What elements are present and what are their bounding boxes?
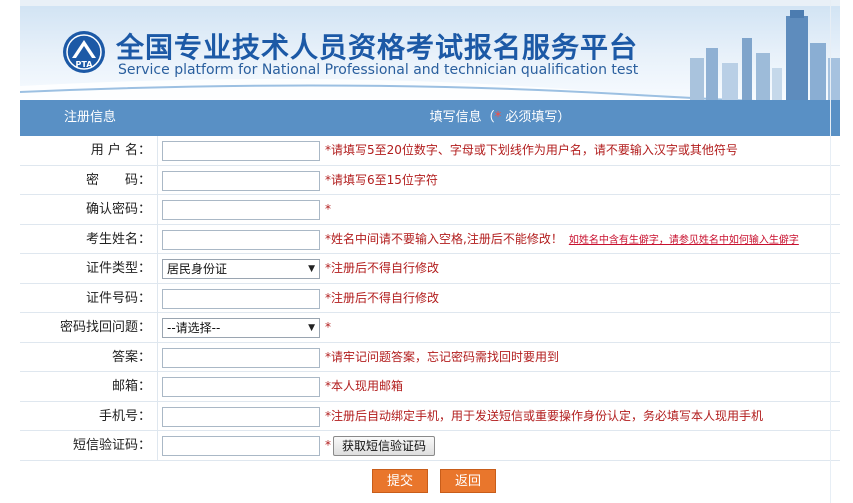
sms-code-label: 短信验证码：: [20, 431, 158, 460]
real-name-label: 考生姓名：: [20, 224, 158, 253]
back-button[interactable]: 返回: [440, 469, 496, 493]
header-col-register: 注册信息: [63, 110, 116, 125]
real-name-hint-text: *姓名中间请不要输入空格,注册后不能修改！: [325, 231, 563, 246]
site-subtitle: Service platform for National Profession…: [118, 62, 639, 78]
real-name-hint: *姓名中间请不要输入空格,注册后不能修改！ 如姓名中含有生僻字，请参见姓名中如何输…: [325, 225, 799, 255]
chevron-down-icon: ▼: [308, 323, 315, 333]
answer-hint: *请牢记问题答案，忘记密码需找回时要用到: [325, 349, 560, 364]
email-input[interactable]: [162, 377, 320, 397]
row-id-type: 证件类型： 居民身份证 ▼ *注册后不得自行修改: [20, 254, 840, 284]
sms-code-hint: *: [325, 438, 331, 452]
pta-logo-icon: PTA: [63, 31, 105, 73]
row-answer: 答案： *请牢记问题答案，忘记密码需找回时要用到: [20, 342, 840, 372]
form-actions: 提交 返回: [20, 462, 840, 503]
answer-label: 答案：: [20, 342, 158, 371]
header-col-fill: 填写信息（* 必须填写）: [160, 100, 840, 136]
real-name-input[interactable]: [162, 229, 320, 250]
submit-button[interactable]: 提交: [372, 469, 428, 493]
row-security-question: 密码找回问题： --请选择-- ▼ *: [20, 313, 840, 343]
right-border-line: [830, 0, 831, 503]
logo-text: PTA: [76, 60, 94, 69]
password-label: 密 码：: [20, 165, 158, 194]
id-type-select[interactable]: 居民身份证 ▼: [162, 259, 320, 279]
password-input[interactable]: [162, 170, 320, 191]
row-real-name: 考生姓名： *姓名中间请不要输入空格,注册后不能修改！ 如姓名中含有生僻字，请参见…: [20, 224, 840, 255]
site-title: 全国专业技术人员资格考试报名服务平台: [116, 31, 639, 64]
row-sms-code: 短信验证码： * 获取短信验证码: [20, 431, 840, 461]
row-mobile: 手机号： *注册后自动绑定手机，用于发送短信或重要操作身份认定，务必填写本人现用…: [20, 401, 840, 431]
username-input[interactable]: [162, 141, 320, 161]
header-fill-suffix: 必须填写）: [501, 110, 571, 125]
form-rows: 用 户 名： *请填写5至20位数字、字母或下划线作为用户名，请不要输入汉字或其…: [20, 136, 840, 461]
answer-input[interactable]: [162, 347, 320, 368]
header-fill-prefix: 填写信息（: [429, 110, 495, 125]
row-password: 密 码： *请填写6至15位字符: [20, 165, 840, 195]
id-type-hint: *注册后不得自行修改: [325, 261, 440, 275]
confirm-password-hint: *: [325, 202, 331, 216]
security-question-value: --请选择--: [167, 321, 221, 335]
confirm-password-label: 确认密码：: [20, 195, 158, 224]
id-number-hint: *注册后不得自行修改: [325, 290, 440, 305]
get-sms-code-button[interactable]: 获取短信验证码: [333, 436, 436, 456]
registration-page: PTA 全国专业技术人员资格考试报名服务平台 Service platform …: [20, 0, 840, 503]
username-label: 用 户 名：: [20, 136, 158, 165]
id-type-value: 居民身份证: [167, 262, 228, 276]
security-question-hint: *: [325, 320, 331, 334]
confirm-password-input[interactable]: [162, 200, 320, 220]
password-hint: *请填写6至15位字符: [325, 172, 438, 187]
row-id-number: 证件号码： *注册后不得自行修改: [20, 283, 840, 313]
rare-character-help-link[interactable]: 如姓名中含有生僻字，请参见姓名中如何输入生僻字: [569, 235, 799, 246]
username-hint: *请填写5至20位数字、字母或下划线作为用户名，请不要输入汉字或其他符号: [325, 143, 738, 157]
email-hint: *本人现用邮箱: [325, 379, 404, 393]
row-confirm-password: 确认密码： *: [20, 195, 840, 225]
email-label: 邮箱：: [20, 372, 158, 401]
mobile-hint: *注册后自动绑定手机，用于发送短信或重要操作身份认定，务必填写本人现用手机: [325, 408, 764, 423]
mobile-input[interactable]: [162, 406, 320, 427]
form-table-header: 注册信息 填写信息（* 必须填写）: [20, 100, 840, 136]
chevron-down-icon: ▼: [308, 264, 315, 274]
mobile-label: 手机号：: [20, 401, 158, 430]
sms-code-input[interactable]: [162, 436, 320, 456]
site-banner: PTA 全国专业技术人员资格考试报名服务平台 Service platform …: [20, 0, 840, 100]
id-number-input[interactable]: [162, 288, 320, 309]
id-type-label: 证件类型：: [20, 254, 158, 283]
row-email: 邮箱： *本人现用邮箱: [20, 372, 840, 402]
city-skyline-icon: [690, 10, 840, 100]
security-question-label: 密码找回问题：: [20, 313, 158, 342]
id-number-label: 证件号码：: [20, 283, 158, 312]
security-question-select[interactable]: --请选择-- ▼: [162, 318, 320, 338]
row-username: 用 户 名： *请填写5至20位数字、字母或下划线作为用户名，请不要输入汉字或其…: [20, 136, 840, 166]
